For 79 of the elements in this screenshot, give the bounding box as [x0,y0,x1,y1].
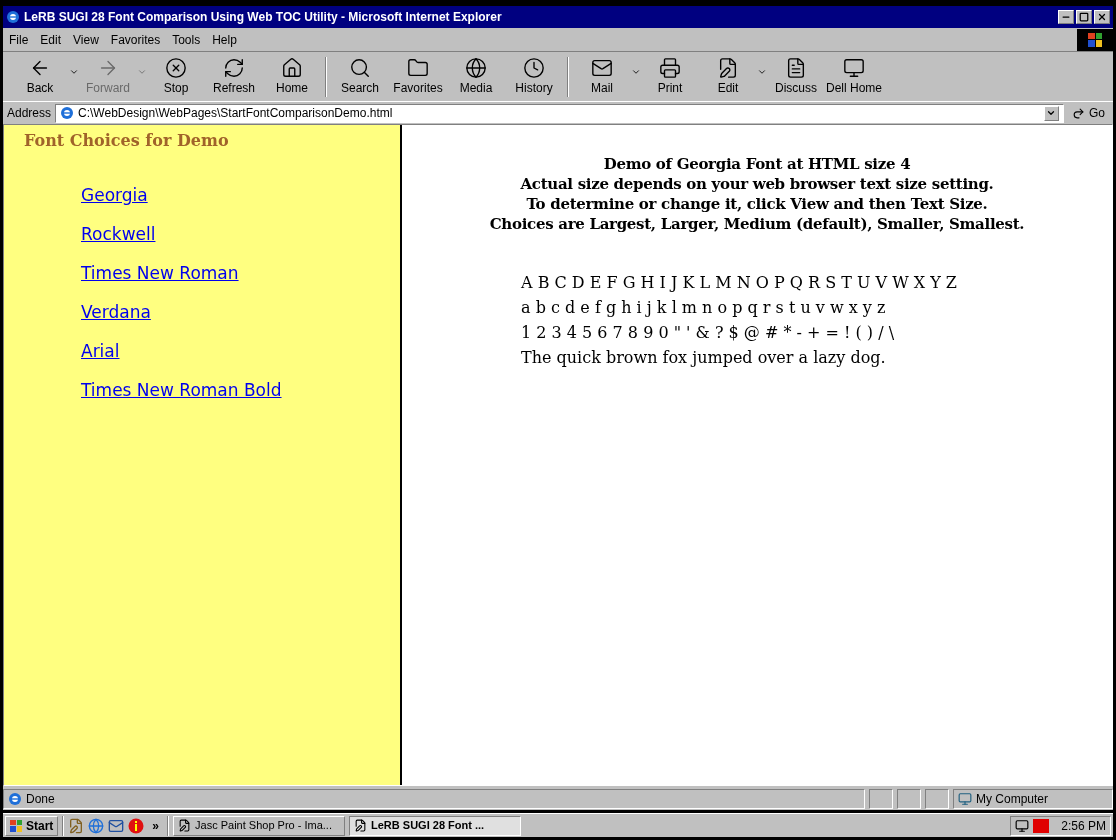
heading-line: Choices are Largest, Larger, Medium (default), Smaller, Smallest. [489,214,1025,234]
sample-text: The quick brown fox jumped over a lazy dog. [521,347,887,369]
close-icon [1097,12,1107,22]
heading-line: To determine or change it, click View and then Text Size. [526,194,988,214]
toolbar-button[interactable]: Mail [573,56,641,97]
menu-item[interactable]: Edit [34,30,68,49]
start-button[interactable]: Start [5,815,59,836]
sidebar-title: Font Choices for Demo [24,130,230,152]
toolbar-button[interactable]: History [505,56,563,97]
toolbar-button[interactable]: Search [331,56,389,97]
address-label: Address [7,105,52,122]
menu-item[interactable]: Favorites [104,30,167,49]
printer-icon [659,56,681,79]
globe-icon [465,56,487,79]
zone-text: My Computer [976,791,1049,808]
status-panel [869,789,893,809]
windows-logo-icon [1077,28,1113,51]
maximize-button[interactable] [1076,10,1092,24]
house-icon [281,56,303,79]
toolbar-button[interactable]: Media [447,56,505,97]
heading-line: Actual size depends on your web browser text size setting. [520,174,994,194]
browser-icon [6,10,20,24]
sample-text: A B C D E F G H I J K L M N O P Q R S T U V W X Y Z [521,272,957,294]
menu-item[interactable]: File [3,30,35,49]
heading-line: Demo of Georgia Font at HTML size 4 [603,154,911,174]
clock: 2:56 PM [1060,817,1106,835]
status-text: Done [26,791,55,808]
font-link[interactable]: Rockwell [81,223,156,246]
folder-icon [407,56,429,79]
computer-icon [958,792,972,806]
toolbar-button[interactable]: Print [641,56,699,97]
menu-item[interactable]: View [67,30,105,49]
font-link[interactable]: Verdana [81,301,151,324]
app-icon [178,819,192,832]
info-icon[interactable] [128,817,145,834]
toolbar-button[interactable]: Stop [147,56,205,97]
address-dropdown-button[interactable] [1044,105,1059,121]
more-button[interactable]: » [148,816,164,835]
refresh-icon [223,56,245,79]
arrow-icon [1072,106,1085,120]
toolbar-button[interactable]: Discuss [767,56,825,97]
toolbar-button[interactable]: Dell Home [825,56,883,97]
clock-icon [523,56,545,79]
go-button[interactable]: Go [1068,104,1109,122]
stop-icon [165,56,187,79]
toolbar-button[interactable]: Back [11,56,79,97]
sample-text: 1 2 3 4 5 6 7 8 9 0 " ' & ? $ @ # * - + = ! ( ) / \ [521,322,896,344]
quick-launch-icon[interactable] [68,817,85,834]
status-panel [897,789,921,809]
toolbar-button[interactable]: Home [263,56,321,97]
menu-item[interactable]: Tools [166,30,207,49]
font-link[interactable]: Arial [81,340,120,363]
network-tray-icon[interactable] [1015,818,1030,833]
close-button[interactable] [1094,10,1110,24]
address-field[interactable]: C:\WebDesign\WebPages\StartFontComparisonDemo.html [55,103,1064,123]
search-icon [349,56,371,79]
toolbar-button[interactable]: Edit [699,56,767,97]
toolbar-button[interactable]: Favorites [389,56,447,97]
caret-icon [1046,108,1057,118]
document-icon [785,56,807,79]
document-edit-icon [717,56,739,79]
sample-text: a b c d e f g h i j k l m n o p q r s t u v w x y z [521,297,887,319]
menu-item[interactable]: Help [206,30,243,49]
maximize-icon [1079,12,1089,22]
taskbar-button[interactable]: LeRB SUGI 28 Font ... [349,815,522,836]
page-icon [60,106,75,120]
font-link[interactable]: Times New Roman [81,262,239,285]
app-icon [354,819,368,832]
taskbar-button[interactable]: Jasc Paint Shop Pro - Ima... [173,815,346,836]
minimize-button[interactable] [1058,10,1074,24]
status-panel [925,789,949,809]
font-link[interactable]: Georgia [81,184,148,207]
quick-launch-icon[interactable] [108,817,125,834]
page-icon [8,792,22,806]
window-title: LeRB SUGI 28 Font Comparison Using Web TOC Utility - Microsoft Internet Explorer [24,9,502,26]
font-link[interactable]: Times New Roman Bold [81,379,282,402]
toolbar-button[interactable]: Refresh [205,56,263,97]
monitor-icon [843,56,865,79]
quick-launch-icon[interactable] [88,817,105,834]
